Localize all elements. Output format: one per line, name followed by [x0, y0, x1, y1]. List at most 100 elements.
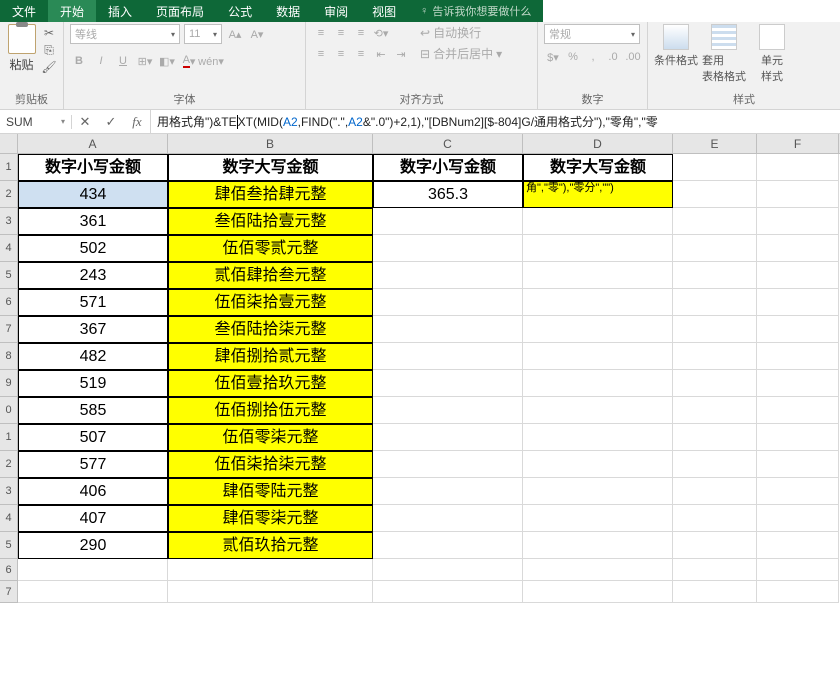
row-header[interactable]: 1	[0, 154, 18, 181]
cell[interactable]	[373, 532, 523, 559]
cell[interactable]	[373, 478, 523, 505]
cell[interactable]	[523, 262, 673, 289]
cell[interactable]	[757, 424, 839, 451]
col-header-d[interactable]: D	[523, 134, 673, 153]
format-painter-icon[interactable]: 🖌	[41, 60, 57, 74]
row-header[interactable]: 9	[0, 370, 18, 397]
align-center-icon[interactable]: ≡	[332, 45, 350, 63]
cell[interactable]	[673, 451, 757, 478]
cell[interactable]	[523, 478, 673, 505]
cell[interactable]: 406	[18, 478, 168, 505]
indent-inc-icon[interactable]: ⇥	[392, 45, 410, 63]
cell[interactable]	[18, 559, 168, 581]
cell[interactable]	[523, 289, 673, 316]
table-format-button[interactable]: 套用 表格格式	[702, 24, 746, 84]
currency-icon[interactable]: $▾	[544, 48, 562, 66]
cell[interactable]	[523, 559, 673, 581]
paste-button[interactable]: 粘贴	[6, 24, 37, 73]
cell[interactable]	[523, 581, 673, 603]
cell[interactable]	[523, 532, 673, 559]
col-header-b[interactable]: B	[168, 134, 373, 153]
cell[interactable]	[373, 505, 523, 532]
grow-font-icon[interactable]: A▴	[226, 25, 244, 43]
row-header[interactable]: 1	[0, 424, 18, 451]
cell[interactable]	[757, 532, 839, 559]
cell[interactable]: 数字大写金额	[168, 154, 373, 181]
cell[interactable]: 伍佰零贰元整	[168, 235, 373, 262]
row-header[interactable]: 3	[0, 478, 18, 505]
merge-button[interactable]: ⊟合并后居中 ▾	[420, 45, 502, 62]
cell[interactable]: 肆佰捌拾贰元整	[168, 343, 373, 370]
cell[interactable]	[673, 370, 757, 397]
cell[interactable]	[757, 316, 839, 343]
tab-data[interactable]: 数据	[264, 0, 312, 22]
row-header[interactable]: 2	[0, 181, 18, 208]
tab-tellme[interactable]: ♀告诉我你想要做什么	[408, 0, 543, 22]
percent-icon[interactable]: %	[564, 48, 582, 66]
cell[interactable]	[757, 343, 839, 370]
cell[interactable]	[757, 451, 839, 478]
cell[interactable]: 577	[18, 451, 168, 478]
cell[interactable]	[757, 478, 839, 505]
cell[interactable]: 肆佰零柒元整	[168, 505, 373, 532]
cell[interactable]: 肆佰零陆元整	[168, 478, 373, 505]
cell[interactable]	[757, 208, 839, 235]
cell[interactable]	[523, 451, 673, 478]
tab-view[interactable]: 视图	[360, 0, 408, 22]
cell[interactable]	[673, 181, 757, 208]
cell[interactable]	[673, 581, 757, 603]
italic-button[interactable]: I	[92, 52, 110, 70]
cell[interactable]: 361	[18, 208, 168, 235]
row-header[interactable]: 6	[0, 289, 18, 316]
cell[interactable]	[673, 154, 757, 181]
cell[interactable]	[373, 581, 523, 603]
cell[interactable]	[757, 154, 839, 181]
cell[interactable]: 伍佰捌拾伍元整	[168, 397, 373, 424]
row-header[interactable]: 5	[0, 262, 18, 289]
cell[interactable]	[757, 505, 839, 532]
cell[interactable]	[373, 559, 523, 581]
cell[interactable]	[757, 235, 839, 262]
cell[interactable]: 伍佰零柒元整	[168, 424, 373, 451]
cell[interactable]: 243	[18, 262, 168, 289]
cancel-formula-icon[interactable]: ✕	[72, 110, 98, 134]
cell[interactable]	[373, 208, 523, 235]
cell[interactable]	[523, 424, 673, 451]
row-header[interactable]: 4	[0, 505, 18, 532]
indent-dec-icon[interactable]: ⇤	[372, 45, 390, 63]
copy-icon[interactable]: ⎘	[41, 43, 57, 57]
cell[interactable]	[523, 343, 673, 370]
font-name-combo[interactable]: 等线▾	[70, 24, 180, 44]
col-header-a[interactable]: A	[18, 134, 168, 153]
cell[interactable]	[757, 581, 839, 603]
orientation-icon[interactable]: ⟲▾	[372, 24, 390, 42]
dec-decimal-icon[interactable]: .00	[624, 48, 642, 66]
row-header[interactable]: 5	[0, 532, 18, 559]
cell[interactable]	[373, 235, 523, 262]
cell[interactable]: 伍佰柒拾柒元整	[168, 451, 373, 478]
align-middle-icon[interactable]: ≡	[332, 24, 350, 42]
cell[interactable]	[523, 208, 673, 235]
cell[interactable]	[673, 559, 757, 581]
border-button[interactable]: ⊞▾	[136, 52, 154, 70]
cell-style-button[interactable]: 单元 样式	[750, 24, 794, 84]
cell[interactable]: 367	[18, 316, 168, 343]
cell[interactable]: 叁佰陆拾柒元整	[168, 316, 373, 343]
cell[interactable]: 叁佰陆拾壹元整	[168, 208, 373, 235]
cell[interactable]	[373, 397, 523, 424]
number-format-combo[interactable]: 常规▾	[544, 24, 640, 44]
cell[interactable]	[673, 478, 757, 505]
phonetic-button[interactable]: wén▾	[202, 52, 220, 70]
cell[interactable]	[757, 397, 839, 424]
cell[interactable]	[523, 505, 673, 532]
cell[interactable]	[373, 451, 523, 478]
cell[interactable]	[757, 559, 839, 581]
cell[interactable]: 290	[18, 532, 168, 559]
cell[interactable]	[373, 262, 523, 289]
cell[interactable]: 贰佰肆拾叁元整	[168, 262, 373, 289]
col-header-e[interactable]: E	[673, 134, 757, 153]
cell[interactable]	[373, 316, 523, 343]
row-header[interactable]: 6	[0, 559, 18, 581]
cell-active[interactable]: 角","零"),"零分","")	[523, 181, 673, 208]
align-left-icon[interactable]: ≡	[312, 45, 330, 63]
